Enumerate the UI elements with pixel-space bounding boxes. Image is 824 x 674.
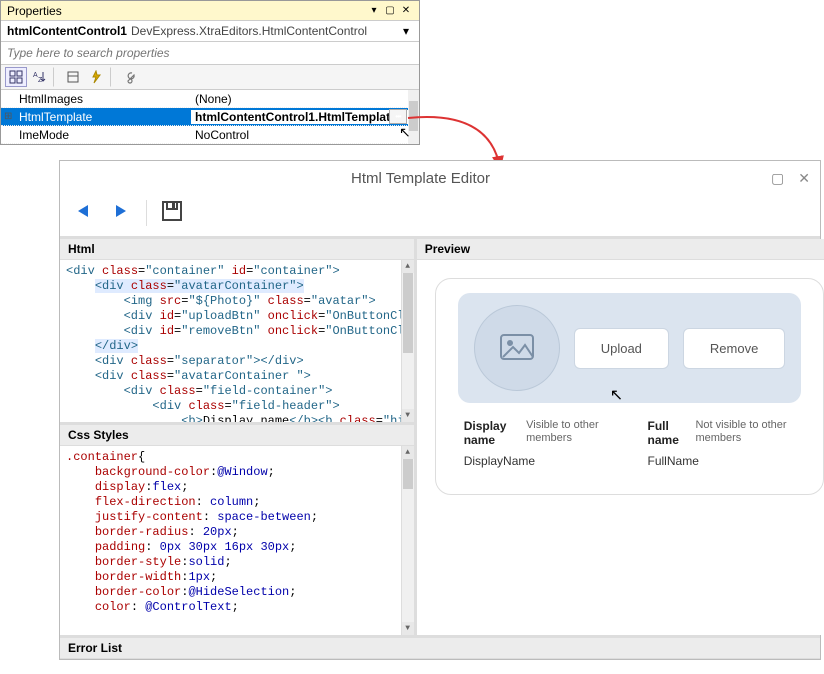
css-scrollbar[interactable]: ▲▼: [401, 446, 414, 635]
full-name-hint: Not visible to other members: [695, 419, 795, 445]
properties-toolbar: AZ: [1, 65, 419, 90]
property-row[interactable]: ImeMode NoControl: [1, 126, 419, 144]
property-row-selected[interactable]: HtmlTemplate htmlContentControl1.HtmlTem…: [1, 108, 419, 126]
full-name-label: Full name: [648, 419, 688, 448]
css-code-editor[interactable]: .container{ background-color:@Window; di…: [60, 446, 414, 635]
display-name-value: DisplayName: [464, 454, 612, 468]
avatar-row: Upload Remove ↖: [458, 293, 802, 403]
property-name: HtmlImages: [1, 92, 191, 106]
css-pane-header: Css Styles: [60, 425, 414, 446]
property-name: ImeMode: [1, 128, 191, 142]
prop-divider: [53, 67, 59, 87]
object-type: DevExpress.XtraEditors.HtmlContentContro…: [131, 24, 395, 38]
error-list-pane: Error List: [60, 635, 820, 659]
redo-button[interactable]: [106, 199, 134, 226]
search-input[interactable]: [1, 42, 419, 64]
editor-left-column: Html <div class="container" id="containe…: [60, 239, 417, 635]
error-list-header[interactable]: Error List: [60, 638, 820, 659]
remove-button[interactable]: Remove: [683, 328, 785, 369]
preview-card: Upload Remove ↖ Display name Visible to …: [435, 278, 824, 495]
property-value[interactable]: NoControl: [191, 128, 419, 142]
object-name: htmlContentControl1: [7, 24, 127, 38]
scroll-up-icon[interactable]: ▲: [402, 260, 414, 273]
property-value[interactable]: htmlContentControl1.HtmlTemplate: [191, 110, 419, 124]
save-button[interactable]: [159, 199, 185, 226]
editor-right-column: Preview Upload Remove ↖ Displa: [417, 239, 824, 635]
upload-button[interactable]: Upload: [574, 328, 669, 369]
properties-scrollbar[interactable]: [408, 90, 419, 144]
properties-button[interactable]: [62, 67, 84, 87]
categorized-button[interactable]: [5, 67, 27, 87]
html-scrollbar[interactable]: ▲▼: [401, 260, 414, 422]
fields-row: Display name Visible to other members Di…: [458, 419, 802, 468]
display-name-label: Display name: [464, 419, 518, 448]
wrench-button[interactable]: [119, 67, 141, 87]
full-name-field: Full name Not visible to other members F…: [648, 419, 796, 468]
html-code-editor[interactable]: <div class="container" id="container"> <…: [60, 260, 414, 425]
full-name-value: FullName: [648, 454, 796, 468]
property-row[interactable]: HtmlImages (None): [1, 90, 419, 108]
avatar-placeholder: [474, 305, 560, 391]
scroll-up-icon[interactable]: ▲: [402, 446, 414, 459]
prop-divider2: [110, 67, 116, 87]
object-dropdown-icon[interactable]: ▾: [399, 24, 413, 38]
alphabetical-button[interactable]: AZ: [28, 67, 50, 87]
cursor-icon: ↖: [610, 385, 623, 405]
toolbar-separator: [146, 200, 147, 226]
object-selector[interactable]: htmlContentControl1 DevExpress.XtraEdito…: [1, 21, 419, 42]
scroll-down-icon[interactable]: ▼: [402, 409, 414, 422]
properties-grid: HtmlImages (None) HtmlTemplate htmlConte…: [1, 90, 419, 144]
image-icon: [499, 333, 535, 363]
display-name-hint: Visible to other members: [526, 419, 611, 445]
close-icon[interactable]: ✕: [399, 4, 413, 18]
dropdown-icon[interactable]: ▾: [367, 4, 381, 18]
close-button[interactable]: ✕: [798, 170, 810, 187]
properties-title: Properties: [7, 4, 367, 18]
template-editor-window: Html Template Editor ▢ ✕ Html <div class…: [59, 160, 821, 660]
scroll-down-icon[interactable]: ▼: [402, 622, 414, 635]
ellipsis-button[interactable]: •••: [389, 109, 407, 124]
properties-panel: Properties ▾ ▢ ✕ htmlContentControl1 Dev…: [0, 0, 420, 145]
properties-titlebar: Properties ▾ ▢ ✕: [1, 1, 419, 21]
maximize-button[interactable]: ▢: [771, 170, 784, 187]
maximize-icon[interactable]: ▢: [383, 4, 397, 18]
editor-title: Html Template Editor: [70, 170, 771, 187]
editor-body: Html <div class="container" id="containe…: [60, 236, 820, 635]
editor-toolbar: [60, 195, 820, 236]
display-name-field: Display name Visible to other members Di…: [464, 419, 612, 468]
html-pane-header: Html: [60, 239, 414, 260]
property-value[interactable]: (None): [191, 92, 419, 106]
properties-search: [1, 42, 419, 65]
undo-button[interactable]: [70, 199, 98, 226]
events-button[interactable]: [85, 67, 107, 87]
editor-titlebar: Html Template Editor ▢ ✕: [60, 161, 820, 195]
preview-pane-header: Preview: [417, 239, 824, 260]
property-name: HtmlTemplate: [1, 110, 191, 124]
preview-area: Upload Remove ↖ Display name Visible to …: [417, 260, 824, 635]
